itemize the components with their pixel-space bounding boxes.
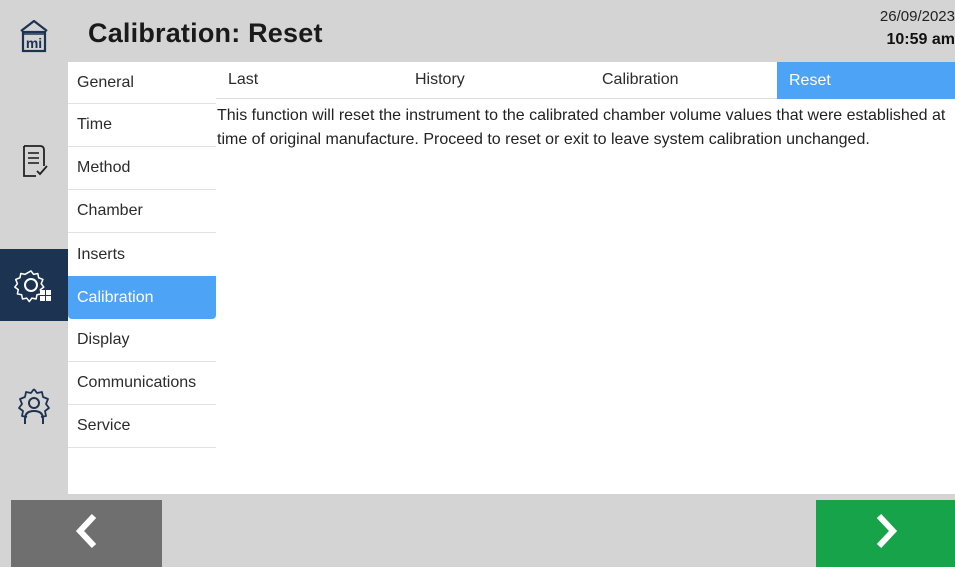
calibration-tabs: Last History Calibration Reset [216,62,955,99]
next-button[interactable] [816,500,955,567]
svg-text:mi: mi [26,35,42,51]
tab-history[interactable]: History [403,62,590,99]
tab-calibration[interactable]: Calibration [590,62,777,99]
submenu-item-method[interactable]: Method [68,147,216,190]
tab-last[interactable]: Last [216,62,403,99]
submenu-item-calibration[interactable]: Calibration [68,276,216,319]
method-list-button[interactable] [0,136,68,186]
chevron-right-icon [871,511,901,556]
submenu-item-time[interactable]: Time [68,104,216,147]
settings-button[interactable] [0,249,68,321]
submenu-item-display[interactable]: Display [68,319,216,362]
app-root: mi Calibration: Reset 26/09/2023 10:59 a… [0,0,955,567]
settings-grid-icon [14,265,54,305]
submenu-item-general[interactable]: General [68,62,216,104]
chevron-left-icon [72,511,102,556]
page-title: Calibration: Reset [88,18,323,48]
icon-rail: mi [0,0,68,494]
reset-description: This function will reset the instrument … [217,107,946,148]
home-mi-icon: mi [19,19,49,53]
home-button[interactable]: mi [0,14,68,58]
reset-content-panel: This function will reset the instrument … [216,99,955,494]
time-display: 10:59 am [886,31,955,48]
header-bar: Calibration: Reset 26/09/2023 10:59 am [68,0,955,62]
submenu-item-communications[interactable]: Communications [68,362,216,405]
user-settings-button[interactable] [0,378,68,434]
settings-submenu: General Time Method Chamber Inserts Cali… [68,62,216,494]
user-settings-icon [16,386,52,426]
checklist-icon [20,144,48,178]
submenu-item-service[interactable]: Service [68,405,216,448]
date-display: 26/09/2023 [879,8,955,25]
back-button[interactable] [11,500,162,567]
submenu-item-chamber[interactable]: Chamber [68,190,216,233]
tab-reset[interactable]: Reset [777,62,955,99]
footer-bar [0,494,955,567]
submenu-item-inserts[interactable]: Inserts [68,233,216,276]
